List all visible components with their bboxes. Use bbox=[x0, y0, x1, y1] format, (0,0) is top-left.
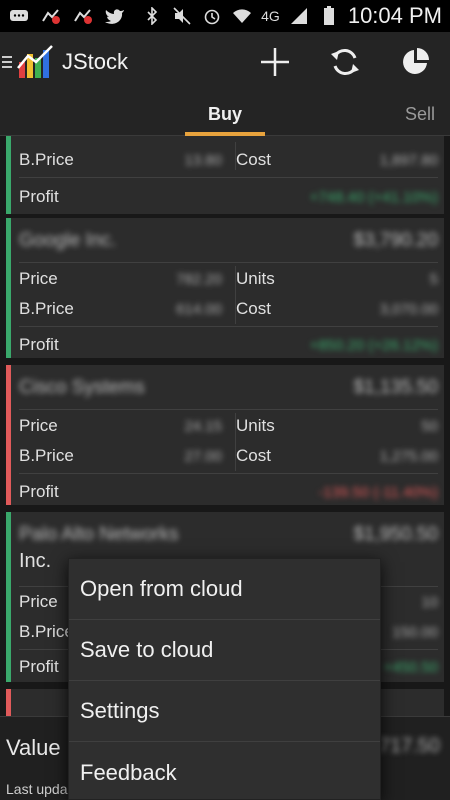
plus-icon bbox=[261, 48, 289, 76]
price-label: Price bbox=[19, 416, 58, 435]
stock-alert-icon bbox=[40, 7, 62, 25]
stock-card[interactable]: Google Inc. $3,790.20 Price 782.20 Units… bbox=[6, 218, 444, 358]
cost-value: 1,275.00 bbox=[379, 448, 438, 465]
stock-name: Cisco Systems bbox=[19, 377, 145, 398]
units-value: 50 bbox=[421, 418, 438, 435]
mute-icon bbox=[171, 7, 193, 25]
stock-name: Google Inc. bbox=[19, 230, 117, 251]
tab-buy[interactable]: Buy bbox=[185, 92, 265, 136]
wifi-icon bbox=[231, 7, 253, 25]
stock-name-line2: Inc. bbox=[19, 550, 52, 572]
menu-item-settings[interactable]: Settings bbox=[69, 681, 380, 742]
profit-label: Profit bbox=[19, 657, 59, 676]
bprice-label: B.Price bbox=[19, 299, 74, 318]
overflow-menu: Open from cloud Save to cloud Settings F… bbox=[68, 558, 381, 800]
message-icon bbox=[8, 7, 30, 25]
units-label: Units bbox=[236, 416, 275, 435]
profit-label: Profit bbox=[19, 187, 59, 206]
bprice-label: B.Price bbox=[19, 446, 74, 465]
bprice-value: 150.00 bbox=[392, 624, 438, 641]
menu-item-save-to-cloud[interactable]: Save to cloud bbox=[69, 620, 380, 681]
stock-name: Palo Alto Networks bbox=[19, 524, 179, 545]
price-label: Price bbox=[19, 592, 58, 611]
profit-value: +450.50 bbox=[383, 659, 438, 676]
cost-label: Cost bbox=[236, 150, 271, 169]
value-label: Value bbox=[6, 735, 61, 760]
signal-icon bbox=[288, 7, 310, 25]
add-button[interactable] bbox=[240, 32, 310, 92]
menu-item-feedback[interactable]: Feedback bbox=[69, 742, 380, 800]
tab-sell[interactable]: Sell bbox=[405, 92, 435, 136]
profit-label: Profit bbox=[19, 482, 59, 501]
profit-value: +748.40 (+41.10%) bbox=[309, 189, 438, 206]
bprice-value: 13.80 bbox=[184, 152, 222, 169]
price-label: Price bbox=[19, 269, 58, 288]
hamburger-icon[interactable] bbox=[2, 56, 12, 68]
refresh-icon bbox=[331, 49, 359, 75]
cost-value: 3,070.00 bbox=[379, 301, 438, 318]
bprice-value: 27.00 bbox=[184, 448, 222, 465]
alarm-icon bbox=[201, 7, 223, 25]
profit-value: -139.50 (-11.40%) bbox=[318, 484, 438, 501]
bprice-label: B.Price bbox=[19, 150, 74, 169]
stock-card[interactable]: B.Price 13.80 Cost 1,897.80 Profit +748.… bbox=[6, 136, 444, 214]
cost-label: Cost bbox=[236, 299, 271, 318]
profit-label: Profit bbox=[19, 335, 59, 354]
network-type: 4G bbox=[261, 8, 280, 24]
units-label: Units bbox=[236, 269, 275, 288]
clock: 10:04 PM bbox=[347, 3, 442, 28]
bprice-label: B.Price bbox=[19, 622, 74, 641]
menu-item-open-from-cloud[interactable]: Open from cloud bbox=[69, 559, 380, 620]
pie-chart-icon bbox=[403, 48, 429, 74]
stock-card[interactable]: Cisco Systems $1,135.50 Price 24.15 Unit… bbox=[6, 365, 444, 505]
stock-value: $1,950.50 bbox=[353, 524, 438, 545]
price-value: 782.20 bbox=[176, 271, 222, 288]
twitter-icon bbox=[104, 7, 126, 25]
profit-value: +850.20 (+26.12%) bbox=[309, 337, 438, 354]
units-value: 5 bbox=[429, 271, 438, 288]
action-bar: JStock bbox=[0, 32, 450, 92]
price-value: 24.15 bbox=[184, 418, 222, 435]
portfolio-chart-button[interactable] bbox=[380, 32, 450, 92]
bprice-value: 614.00 bbox=[176, 301, 222, 318]
stock-alert-icon bbox=[72, 7, 94, 25]
stock-value: $3,790.20 bbox=[353, 230, 438, 251]
battery-icon bbox=[318, 6, 340, 25]
units-value: 10 bbox=[421, 594, 438, 611]
status-bar: 4G 10:04 PM bbox=[0, 0, 450, 32]
last-updated-label: Last upda bbox=[6, 781, 68, 797]
cost-value: 1,897.80 bbox=[379, 152, 438, 169]
tab-bar: Buy Sell bbox=[0, 92, 450, 136]
app-title: JStock bbox=[62, 49, 129, 74]
cost-label: Cost bbox=[236, 446, 271, 465]
stock-value: $1,135.50 bbox=[353, 377, 438, 398]
chart-logo-icon bbox=[16, 42, 56, 82]
bluetooth-icon bbox=[141, 7, 163, 25]
refresh-button[interactable] bbox=[310, 32, 380, 92]
